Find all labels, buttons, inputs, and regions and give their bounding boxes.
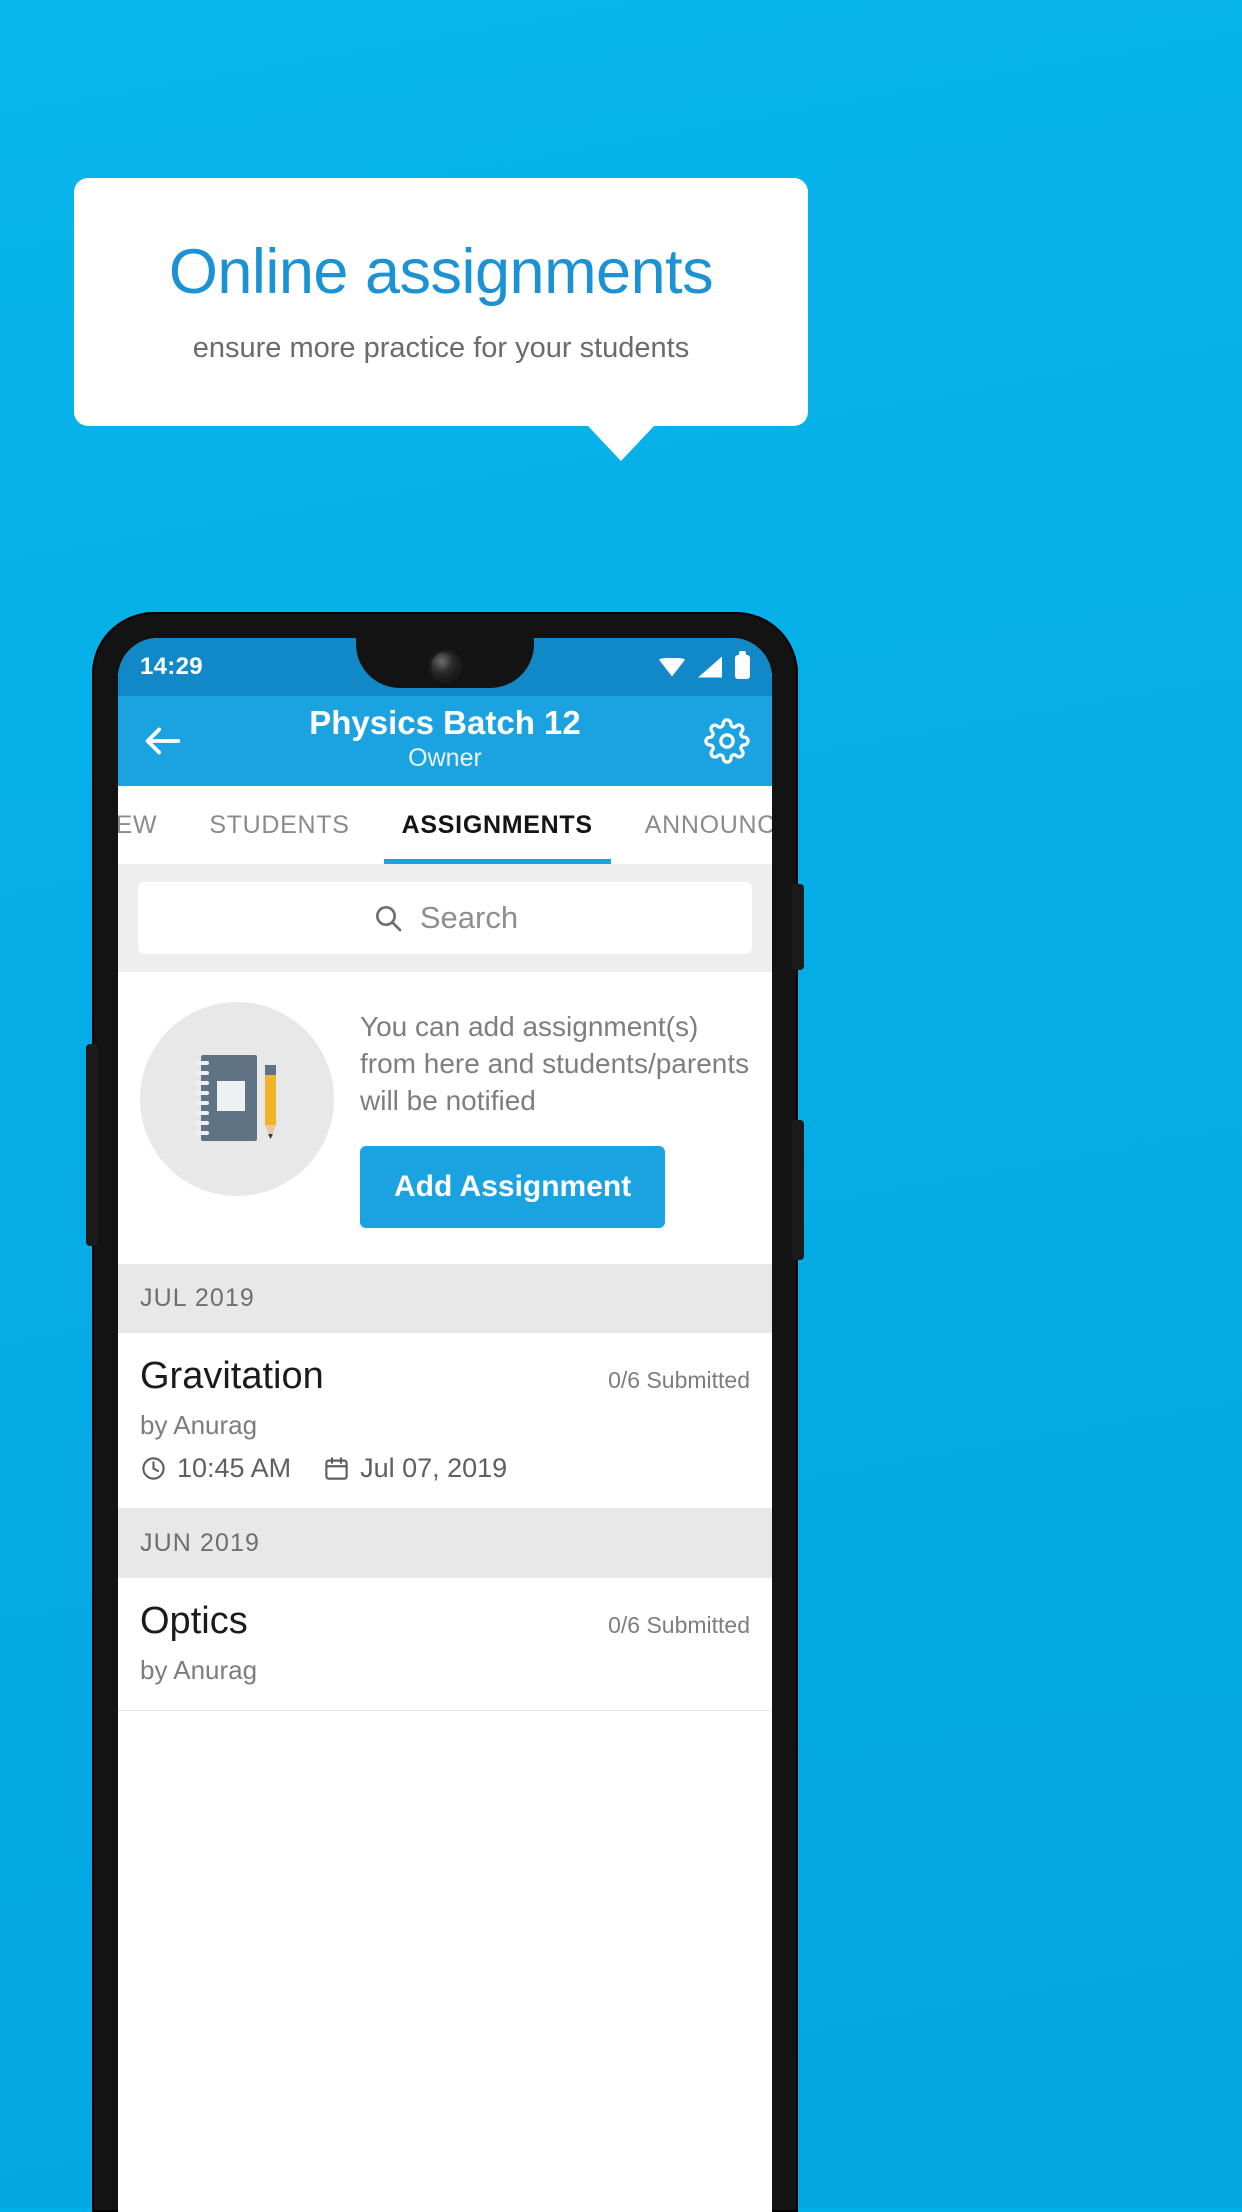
- search-bar-container: Search: [118, 864, 772, 972]
- promo-callout-tail: [588, 426, 654, 461]
- clock-icon: [140, 1455, 167, 1482]
- notebook-illustration: [140, 1002, 334, 1196]
- page-subtitle: Owner: [408, 743, 482, 772]
- assignment-submitted-count: 0/6 Submitted: [608, 1366, 750, 1393]
- back-arrow-icon[interactable]: [140, 718, 186, 764]
- phone-volume-button[interactable]: [792, 1120, 804, 1260]
- notebook-and-pencil-icon: [185, 1047, 289, 1151]
- assignment-meta: 10:45 AM Jul 07, 2019: [140, 1453, 750, 1484]
- tab-announcements[interactable]: ANNOUNCEM: [619, 786, 772, 864]
- empty-state-message: You can add assignment(s) from here and …: [360, 1011, 750, 1117]
- assignment-row[interactable]: Gravitation 0/6 Submitted by Anurag 10:4…: [118, 1332, 772, 1509]
- empty-state-content: You can add assignment(s) from here and …: [360, 1002, 750, 1228]
- phone-device-frame: 14:29 Physics Batch 12 Owner EW STUDENTS…: [86, 612, 804, 2212]
- assignment-submitted-count: 0/6 Submitted: [608, 1611, 750, 1638]
- promo-title: Online assignments: [168, 237, 714, 308]
- promo-callout-card: Online assignments ensure more practice …: [74, 178, 808, 426]
- search-placeholder: Search: [419, 900, 519, 935]
- app-bar-titles: Physics Batch 12 Owner: [118, 704, 772, 773]
- status-time: 14:29: [140, 653, 203, 680]
- phone-power-button[interactable]: [792, 884, 804, 970]
- add-assignment-button[interactable]: Add Assignment: [360, 1145, 666, 1228]
- search-input[interactable]: Search: [138, 882, 752, 954]
- signal-icon: [698, 656, 722, 678]
- search-icon: [372, 902, 404, 934]
- assignment-time: 10:45 AM: [177, 1452, 292, 1483]
- phone-screen: 14:29 Physics Batch 12 Owner EW STUDENTS…: [118, 638, 772, 2212]
- tab-students[interactable]: STUDENTS: [183, 786, 375, 864]
- month-header-jul: JUL 2019: [118, 1263, 772, 1333]
- assignment-date: Jul 07, 2019: [360, 1452, 508, 1483]
- assignment-title: Gravitation: [140, 1354, 324, 1397]
- battery-icon: [735, 651, 750, 679]
- phone-assistant-button[interactable]: [86, 1044, 98, 1246]
- front-camera-icon: [431, 652, 459, 680]
- app-bar: Physics Batch 12 Owner: [118, 696, 772, 786]
- wifi-icon: [659, 657, 685, 677]
- assignment-row-top: Optics 0/6 Submitted: [140, 1600, 750, 1643]
- month-header-jun: JUN 2019: [118, 1508, 772, 1578]
- status-icons: [659, 651, 750, 679]
- assignment-author: by Anurag: [140, 1409, 258, 1440]
- assignment-author: by Anurag: [140, 1654, 258, 1685]
- promo-subtitle: ensure more practice for your students: [192, 331, 690, 364]
- assignment-row-top: Gravitation 0/6 Submitted: [140, 1355, 750, 1398]
- assignment-row[interactable]: Optics 0/6 Submitted by Anurag: [118, 1577, 772, 1711]
- calendar-icon: [323, 1455, 350, 1482]
- empty-state-card: You can add assignment(s) from here and …: [118, 972, 772, 1264]
- tab-assignments[interactable]: ASSIGNMENTS: [376, 786, 619, 864]
- phone-notch: [356, 638, 534, 688]
- tab-overview[interactable]: IEW: [118, 786, 183, 864]
- gear-icon[interactable]: [704, 718, 750, 764]
- status-bar: 14:29: [118, 638, 772, 696]
- page-title: Physics Batch 12: [309, 704, 581, 741]
- tab-bar: IEW STUDENTS ASSIGNMENTS ANNOUNCEM: [118, 786, 772, 864]
- assignment-title: Optics: [140, 1599, 248, 1642]
